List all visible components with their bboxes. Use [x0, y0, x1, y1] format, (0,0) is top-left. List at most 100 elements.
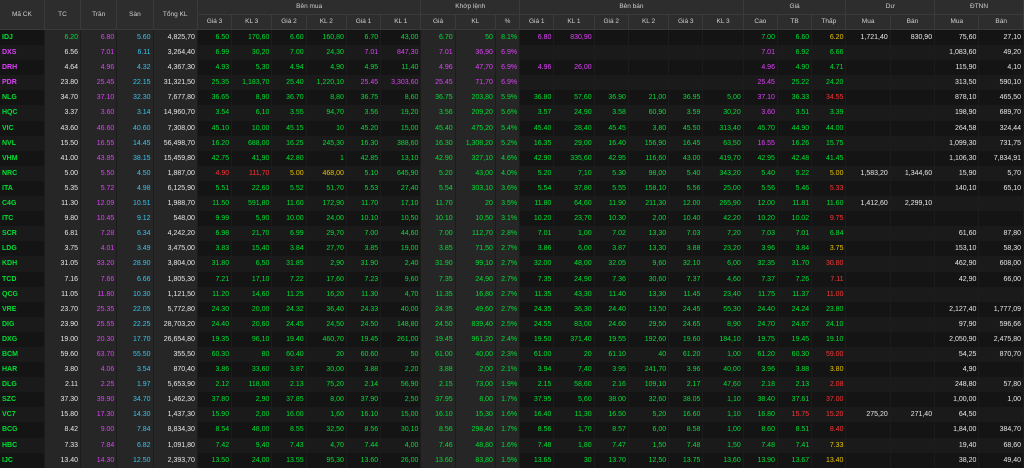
table-row[interactable]: IDJ 6.20 6.80 5.60 4,825,70 6.50 170,60 6.60 160…: [0, 29, 1024, 46]
col-thap[interactable]: Thấp: [811, 14, 847, 30]
cell-mua-gia3: 45.10: [197, 120, 233, 136]
stock-symbol[interactable]: VC7: [0, 407, 45, 423]
cell-san: 3.14: [116, 105, 154, 121]
cell-ban-kl1: 30: [553, 452, 595, 468]
stock-symbol[interactable]: KDH: [0, 256, 45, 272]
col-du-ban[interactable]: Bán: [890, 14, 936, 30]
table-row[interactable]: BCM 59.60 63.70 55.50 355,50 60.30 80 60.40 20 60…: [0, 346, 1024, 363]
table-row[interactable]: DXG 19.00 20.30 17.70 26,654,80 19.35 96,10 19.…: [0, 331, 1024, 347]
col-nn-mua[interactable]: Mua: [934, 14, 980, 30]
cell-cao: 5.56: [743, 180, 778, 197]
col-du-mua[interactable]: Mua: [845, 14, 891, 30]
cell-ban-gia3: 61.20: [668, 346, 704, 363]
col-tc[interactable]: TC: [44, 0, 82, 30]
table-row[interactable]: NLG 34.70 37.10 32.30 7,677,80 36.65 8,90 36.70…: [0, 90, 1024, 106]
col-ban-gia3[interactable]: Giá 3: [668, 14, 704, 30]
cell-ban-kl1: 37,80: [553, 180, 595, 197]
stock-symbol[interactable]: ITA: [0, 180, 45, 197]
col-ban-gia1[interactable]: Giá 1: [519, 14, 555, 30]
stock-symbol[interactable]: ITC: [0, 211, 45, 227]
table-row[interactable]: TCD 7.16 7.66 6.66 1,805,30 7.21 17,10 7.22 17,6…: [0, 271, 1024, 287]
stock-symbol[interactable]: TCD: [0, 271, 45, 287]
cell-tb: 37.61: [777, 392, 813, 408]
table-row[interactable]: DXS 6.56 7.01 6.11 3,264,40 6.99 30,20 7.00 24,3…: [0, 45, 1024, 61]
stock-symbol[interactable]: VHM: [0, 150, 45, 166]
cell-thap: 9.75: [811, 211, 847, 227]
col-mua-kl3[interactable]: KL 3: [231, 14, 273, 30]
stock-symbol[interactable]: DXG: [0, 331, 45, 347]
table-row[interactable]: VIC 43.60 46.60 40.60 7,308,00 45.10 10,00 45.1…: [0, 120, 1024, 136]
col-ban-kl1[interactable]: KL 1: [553, 14, 595, 30]
table-row[interactable]: NRC 5.00 5.50 4.50 1,887,00 4.90 111,70 5.00 468…: [0, 165, 1024, 181]
cell-thap: 23.80: [811, 301, 847, 317]
cell-thap: 5.00: [811, 165, 847, 181]
stock-symbol[interactable]: DRH: [0, 60, 45, 76]
col-ban-kl2[interactable]: KL 2: [628, 14, 670, 30]
table-row[interactable]: SCR 6.81 7.28 6.34 4,242,20 6.98 21,70 6.99 29,7…: [0, 226, 1024, 242]
table-row[interactable]: ITA 5.35 5.72 4.98 6,125,90 5.51 22,60 5.52 51,7…: [0, 180, 1024, 197]
cell-san: 34.70: [116, 392, 154, 408]
cell-tb: 42.48: [777, 150, 813, 166]
col-mua-gia1[interactable]: Giá 1: [346, 14, 382, 30]
table-row[interactable]: HBC 7.33 7.84 6.82 1,091,80 7.42 9,40 7.43 4,70 7…: [0, 437, 1024, 453]
col-tong-kl[interactable]: Tổng KL: [153, 0, 198, 30]
stock-symbol[interactable]: C4G: [0, 196, 45, 212]
stock-symbol[interactable]: DXS: [0, 45, 45, 61]
col-cao[interactable]: Cao: [743, 14, 778, 30]
cell-nn-mua: 153,10: [934, 241, 980, 257]
stock-symbol[interactable]: HQC: [0, 105, 45, 121]
col-ban-gia2[interactable]: Giá 2: [594, 14, 629, 30]
table-row[interactable]: HQC 3.37 3.60 3.14 14,960,70 3.54 6,10 3.55 94,7…: [0, 105, 1024, 121]
col-khop-gia[interactable]: Giá: [420, 14, 456, 30]
col-khop-pct[interactable]: %: [495, 14, 521, 30]
col-tb[interactable]: TB: [777, 14, 813, 30]
table-row[interactable]: HAR 3.80 4.06 3.54 870,40 3.86 33,60 3.87 30,00 3…: [0, 362, 1024, 378]
stock-symbol[interactable]: NVL: [0, 135, 45, 151]
col-mua-kl2[interactable]: KL 2: [306, 14, 347, 30]
stock-symbol[interactable]: QCG: [0, 286, 45, 302]
col-tran[interactable]: Trần: [80, 0, 118, 30]
col-ma-ck[interactable]: Mã CK: [0, 0, 45, 30]
table-row[interactable]: VHM 41.00 43.85 38.15 15,459,80 42.75 41,90 42.…: [0, 150, 1024, 166]
table-row[interactable]: DLG 2.11 2.25 1.97 5,653,90 2.12 118,00 2.13 75,…: [0, 377, 1024, 393]
stock-symbol[interactable]: VRE: [0, 301, 45, 317]
table-row[interactable]: IJC 13.40 14.30 12.50 2,393,70 13.50 24,00 13.5…: [0, 452, 1024, 468]
col-mua-gia3[interactable]: Giá 3: [197, 14, 233, 30]
table-row[interactable]: ITC 9.80 10.45 9.12 548,00 9.99 5,90 10.00 24,00…: [0, 211, 1024, 227]
col-ban-kl3[interactable]: KL 3: [702, 14, 744, 30]
stock-symbol[interactable]: PDR: [0, 75, 45, 91]
stock-symbol[interactable]: DLG: [0, 377, 45, 393]
stock-symbol[interactable]: IJC: [0, 452, 45, 468]
stock-symbol[interactable]: LDG: [0, 241, 45, 257]
table-row[interactable]: VRE 23.70 25.35 22.05 5,772,80 24.30 20,00 24.3…: [0, 301, 1024, 317]
table-row[interactable]: LDG 3.75 4.01 3.49 3,475,00 3.83 15,40 3.84 27,7…: [0, 241, 1024, 257]
stock-symbol[interactable]: SZC: [0, 392, 45, 408]
stock-symbol[interactable]: BCM: [0, 346, 45, 363]
col-san[interactable]: Sàn: [116, 0, 154, 30]
stock-symbol[interactable]: HBC: [0, 437, 45, 453]
table-row[interactable]: QCG 11.05 11.80 10.30 1,121,50 11.20 14,60 11.2…: [0, 286, 1024, 302]
stock-symbol[interactable]: NLG: [0, 90, 45, 106]
stock-symbol[interactable]: SCR: [0, 226, 45, 242]
cell-nn-ban: [978, 362, 1024, 378]
col-khop-kl[interactable]: KL: [455, 14, 496, 30]
table-row[interactable]: BCG 8.42 9.00 7.84 8,834,30 8.54 48,00 8.55 32,5…: [0, 422, 1024, 438]
table-row[interactable]: C4G 11.30 12.09 10.51 1,988,70 11.50 591,80 11.…: [0, 196, 1024, 212]
cell-mua-kl1: 10,50: [380, 211, 422, 227]
col-mua-kl1[interactable]: KL 1: [380, 14, 422, 30]
stock-symbol[interactable]: VIC: [0, 120, 45, 136]
table-row[interactable]: VC7 15.80 17.30 14.30 1,437,30 15.90 2,00 16.00…: [0, 407, 1024, 423]
stock-symbol[interactable]: NRC: [0, 165, 45, 181]
stock-symbol[interactable]: HAR: [0, 362, 45, 378]
table-row[interactable]: PDR 23.80 25.45 22.15 31,321,50 25.35 1,183,70…: [0, 75, 1024, 91]
col-nn-ban[interactable]: Bán: [978, 14, 1024, 30]
table-row[interactable]: KDH 31.05 33.20 28.90 3,804,00 31.80 6,50 31.85…: [0, 256, 1024, 272]
table-row[interactable]: DIG 23.90 25.55 22.25 28,703,20 24.40 20,60 24.…: [0, 316, 1024, 332]
table-row[interactable]: SZC 37.30 39.90 34.70 1,462,30 37.80 2,90 37.85…: [0, 392, 1024, 408]
table-row[interactable]: DRH 4.64 4.96 4.32 4,367,30 4.93 5,30 4.94 4,90 4…: [0, 60, 1024, 76]
col-mua-gia2[interactable]: Giá 2: [271, 14, 307, 30]
stock-symbol[interactable]: DIG: [0, 316, 45, 332]
stock-symbol[interactable]: IDJ: [0, 29, 45, 46]
table-row[interactable]: NVL 15.50 16.55 14.45 56,498,70 16.20 688,00 16…: [0, 135, 1024, 151]
stock-symbol[interactable]: BCG: [0, 422, 45, 438]
